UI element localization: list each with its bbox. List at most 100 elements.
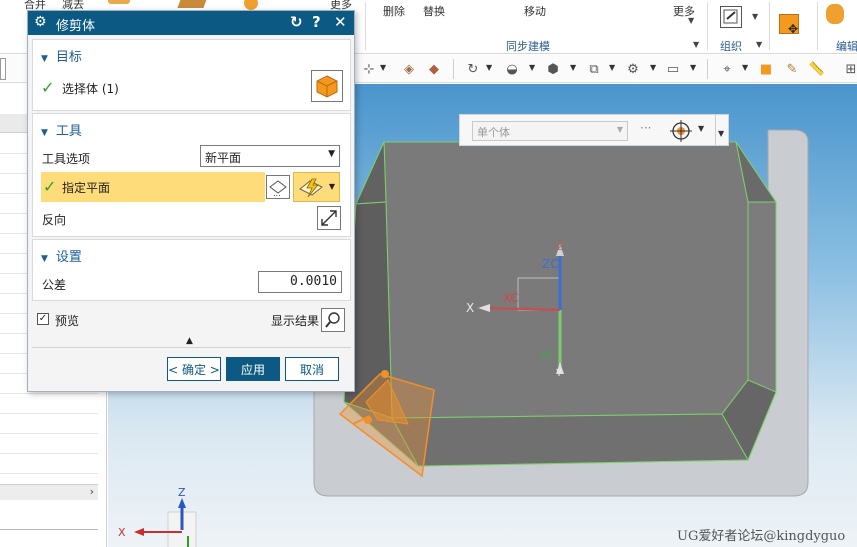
snap-target-caret-icon[interactable]: ▼ xyxy=(698,124,704,133)
render-caret-icon[interactable]: ▼ xyxy=(570,63,576,72)
ribbon-group-organize: 组织 xyxy=(720,40,742,53)
inferred-plane-button[interactable]: ▼ xyxy=(293,172,340,202)
organize-group-caret-icon[interactable]: ▼ xyxy=(756,40,762,49)
ribbon-body-icon[interactable] xyxy=(108,0,130,4)
organize-caret-icon[interactable]: ▼ xyxy=(752,12,758,21)
tool-heading: 工具 xyxy=(55,124,82,139)
ok-button-label: < 确定 > xyxy=(168,362,220,377)
organize-icon[interactable] xyxy=(720,6,742,28)
fit-view-icon[interactable]: ◒ xyxy=(503,60,521,78)
inferred-plane-caret-icon: ▼ xyxy=(328,182,335,191)
wcs-icon[interactable]: ⌖ xyxy=(718,60,736,78)
brush-icon[interactable]: ✎ xyxy=(783,60,801,78)
show-result-button[interactable] xyxy=(321,308,345,332)
list-item[interactable] xyxy=(0,394,98,414)
measure-icon[interactable]: 📏 xyxy=(808,60,826,78)
render-style-icon[interactable]: ⬢ xyxy=(544,60,562,78)
ribbon-move-button[interactable]: 移动 xyxy=(524,3,546,19)
settings-section-header[interactable]: ▼ 设置 xyxy=(41,246,82,265)
triad-x-label: X xyxy=(118,526,126,539)
face-select-icon[interactable]: ◆ xyxy=(425,60,443,78)
type-filter-value: 单个体 xyxy=(477,126,510,139)
list-item[interactable] xyxy=(0,434,98,454)
visibility-caret-icon[interactable]: ▼ xyxy=(609,63,615,72)
fit-caret-icon[interactable]: ▼ xyxy=(529,63,535,72)
tool-option-select[interactable]: 新平面 ▼ xyxy=(200,145,340,167)
collapse-icon: ▼ xyxy=(41,54,48,64)
body-cube-icon xyxy=(316,75,338,98)
type-filter-caret-icon: ▼ xyxy=(616,125,623,134)
plane-origin-handle[interactable] xyxy=(381,370,389,378)
ribbon-cylinder-icon[interactable] xyxy=(244,0,258,10)
ribbon-replace-button[interactable]: 替换 xyxy=(423,3,445,19)
wcs-caret-icon[interactable]: ▼ xyxy=(742,63,748,72)
visibility-icon[interactable]: ⧉ xyxy=(585,60,603,78)
reverse-label: 反向 xyxy=(42,213,67,227)
bevel-facet xyxy=(355,141,387,205)
edit-object-icon[interactable] xyxy=(826,4,844,24)
specify-plane-row[interactable]: ✓ 指定平面 xyxy=(41,172,265,202)
ribbon-face-icon[interactable] xyxy=(177,0,209,8)
tool-section-header[interactable]: ▼ 工具 xyxy=(41,120,82,139)
type-filter-select[interactable]: 单个体 ▼ xyxy=(472,121,628,141)
display-settings-icon[interactable]: ⚙ xyxy=(624,60,642,78)
expand-more-icon[interactable]: ▲ xyxy=(186,336,193,346)
y-axis-small-label: Y xyxy=(555,368,563,379)
snap-point-icon[interactable]: ⊹ xyxy=(360,60,378,78)
extra-icon[interactable]: ⊞ xyxy=(842,60,857,78)
move-body-icon[interactable]: ■ xyxy=(757,60,775,78)
tolerance-label: 公差 xyxy=(42,278,67,292)
magnifier-icon xyxy=(325,312,340,328)
trim-body-dialog: ⚙ 修剪体 ↻ ? ✕ ▼ 目标 ✓ 选择体 (1) ▼ 工具 工具选项 新平面 ▼… xyxy=(27,10,355,392)
selbar-overflow-icon[interactable]: ▼ xyxy=(718,129,724,138)
dialog-title-bar[interactable]: ⚙ 修剪体 ↻ ? ✕ xyxy=(28,11,354,35)
selection-filter-bar: 单个体 ▼ ··· ▼ ▼ xyxy=(459,114,729,146)
triad-z-label: Z xyxy=(178,486,186,499)
tool-section: ▼ 工具 工具选项 新平面 ▼ ✓ 指定平面 ... ▼ 反向 xyxy=(32,113,351,237)
specify-plane-label: 指定平面 xyxy=(62,181,111,195)
yc-axis-label: YC xyxy=(539,349,555,363)
tool-option-label: 工具选项 xyxy=(42,152,91,166)
layout-caret-icon[interactable]: ▼ xyxy=(690,63,696,72)
plane-dialog-icon: ... xyxy=(269,180,287,197)
list-item[interactable] xyxy=(0,414,98,434)
list-item[interactable] xyxy=(0,454,98,474)
z-axis-small-label: Z xyxy=(557,242,564,253)
select-body-label[interactable]: 选择体 (1) xyxy=(62,80,119,97)
body-top-face[interactable] xyxy=(383,141,749,419)
target-section-header[interactable]: ▼ 目标 xyxy=(41,46,82,65)
forum-watermark: UG爱好者论坛@kingdyguo xyxy=(677,529,846,544)
svg-text:...: ... xyxy=(273,189,281,197)
tolerance-input[interactable]: 0.0010 xyxy=(258,271,342,293)
help-icon[interactable]: ? xyxy=(312,13,321,31)
body-select-icon[interactable]: ◈ xyxy=(400,60,418,78)
ribbon-sync-caret-icon[interactable]: ▼ xyxy=(693,40,699,49)
display-caret-icon[interactable]: ▼ xyxy=(650,63,656,72)
rotate-caret-icon[interactable]: ▼ xyxy=(486,63,492,72)
plane-dialog-button[interactable]: ... xyxy=(266,175,290,199)
reverse-direction-icon xyxy=(321,210,337,226)
ribbon-more-caret-icon[interactable]: ▼ xyxy=(688,16,694,25)
reset-icon[interactable]: ↻ xyxy=(290,13,303,31)
reverse-direction-button[interactable] xyxy=(317,206,341,230)
apply-button[interactable]: 应用 xyxy=(226,357,280,381)
apply-button-label: 应用 xyxy=(240,362,265,377)
cancel-button[interactable]: 取消 xyxy=(285,357,339,381)
horizontal-scrollbar[interactable]: › xyxy=(0,484,98,500)
ribbon-delete-button[interactable]: 删除 xyxy=(383,3,405,19)
collapse-icon: ▼ xyxy=(41,254,48,264)
rotate-view-icon[interactable]: ↻ xyxy=(464,60,482,78)
snap-point-caret-icon[interactable]: ▼ xyxy=(380,63,386,72)
select-body-button[interactable] xyxy=(311,70,343,102)
close-icon[interactable]: ✕ xyxy=(334,13,347,31)
more-options-icon[interactable]: ··· xyxy=(640,121,651,135)
ok-button[interactable]: < 确定 > xyxy=(167,357,221,381)
target-section: ▼ 目标 ✓ 选择体 (1) xyxy=(32,39,351,111)
toolbar-filter-edge[interactable] xyxy=(0,58,6,80)
view-layout-icon[interactable]: ▭ xyxy=(664,60,682,78)
collapse-icon: ▼ xyxy=(41,128,48,138)
snap-target-icon[interactable] xyxy=(670,120,692,142)
scroll-right-icon[interactable]: › xyxy=(90,485,94,498)
dialog-gear-icon[interactable]: ⚙ xyxy=(34,14,47,30)
preview-checkbox[interactable]: ✓ xyxy=(37,313,49,325)
